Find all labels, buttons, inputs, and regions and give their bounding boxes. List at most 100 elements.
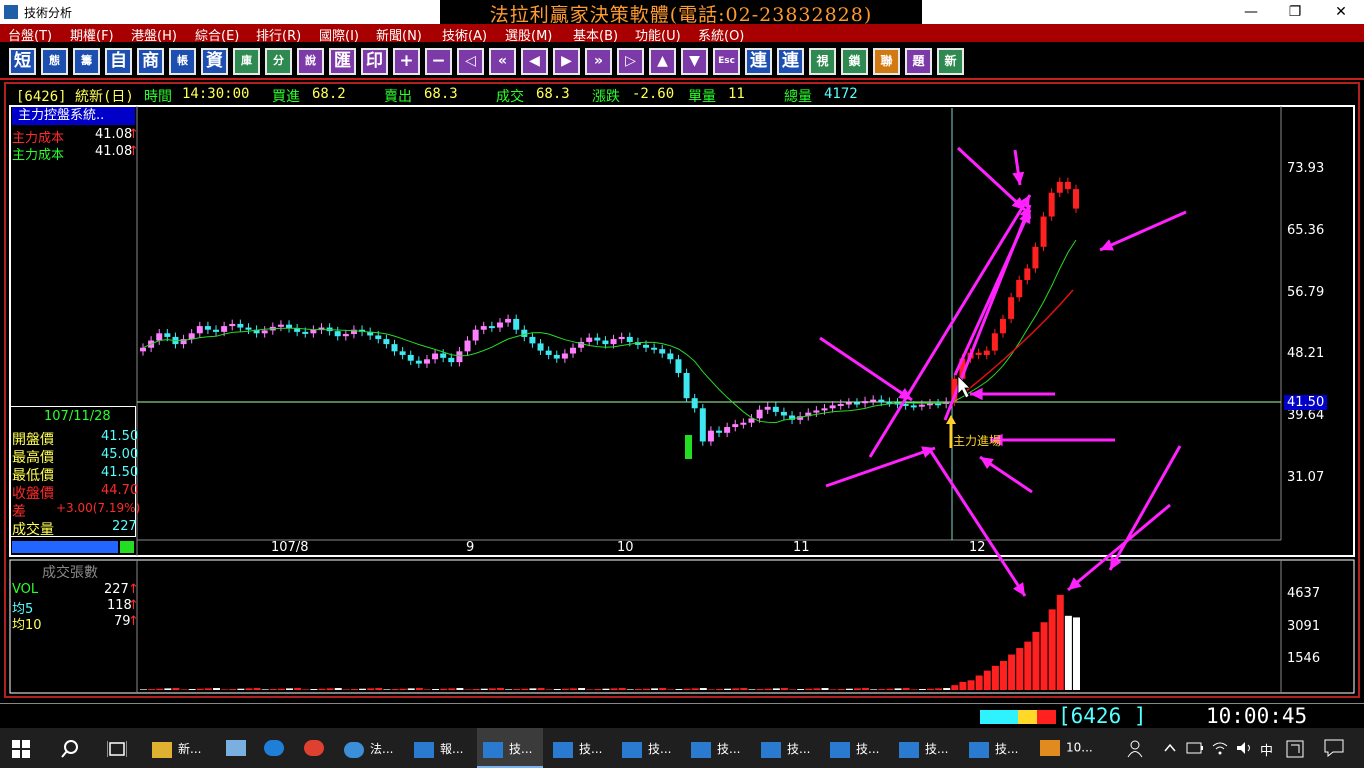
volume-bar — [375, 688, 383, 690]
candle-body — [610, 339, 617, 345]
candle-body — [853, 402, 860, 405]
taskbar-label: 技... — [856, 742, 880, 756]
candle-body — [310, 329, 317, 334]
volume-bar — [878, 689, 886, 690]
taskbar-label: 10... — [1066, 740, 1093, 755]
volume-bar — [529, 688, 537, 690]
candle-body — [569, 347, 576, 354]
chart-app-icon — [899, 741, 919, 758]
taskbar-item-ferrari[interactable]: 法... — [344, 728, 393, 768]
volume-bar — [699, 688, 707, 690]
taskbar-item-tech[interactable]: 技... — [553, 728, 602, 768]
ime-mode-icon[interactable] — [1286, 740, 1304, 758]
battery-icon[interactable] — [1186, 741, 1204, 755]
candle-body — [1048, 192, 1055, 217]
taskbar-item-tech[interactable]: 技... — [691, 728, 740, 768]
task-view-icon[interactable] — [107, 740, 127, 758]
volume-bar — [634, 689, 642, 690]
wifi-icon[interactable] — [1211, 740, 1229, 756]
notification-icon[interactable] — [1324, 739, 1344, 757]
volume-bar — [310, 689, 318, 690]
taskbar-item-office[interactable]: 10... — [1040, 728, 1093, 768]
date-tick: 12 — [969, 540, 986, 555]
date-tick: 9 — [466, 540, 475, 555]
candle-body — [545, 350, 552, 355]
candle-body — [423, 359, 430, 364]
taskbar-item-chrome[interactable] — [304, 728, 330, 768]
candle-body — [756, 409, 763, 419]
volume-bar — [862, 688, 870, 690]
chevron-up-icon[interactable] — [1163, 742, 1177, 754]
volume-bar — [448, 688, 456, 690]
candle-body — [975, 352, 982, 355]
volume-bar — [440, 688, 448, 690]
main-force-entry-label: 主力進場 — [953, 434, 1002, 448]
volume-bar — [172, 688, 180, 690]
taskbar-item-tech[interactable]: 技... — [622, 728, 671, 768]
volume-bar — [302, 689, 310, 690]
volume-icon[interactable] — [1235, 740, 1253, 756]
volume-bar — [780, 688, 788, 690]
candle-body — [261, 330, 268, 334]
volume-bar — [367, 688, 375, 690]
taskbar-item-tech[interactable]: 技... — [969, 728, 1018, 768]
volume-bar — [724, 688, 732, 690]
taskbar-item-tech[interactable]: 技... — [761, 728, 810, 768]
taskbar-item-tech-active[interactable]: 技... — [477, 728, 543, 768]
volume-bar — [253, 688, 261, 690]
candle-body — [286, 324, 293, 329]
volume-tick: 1546 — [1287, 651, 1321, 666]
people-icon[interactable] — [1126, 740, 1144, 758]
taskbar-label: 技... — [787, 742, 811, 756]
search-icon[interactable] — [60, 739, 80, 759]
candle-body — [724, 427, 731, 433]
vol-label: VOL — [12, 582, 39, 597]
candle-body — [513, 318, 520, 330]
volume-bar — [959, 681, 967, 690]
taskbar-item-ie[interactable] — [264, 728, 290, 768]
start-icon[interactable] — [12, 740, 30, 758]
candle-body — [707, 430, 714, 442]
indicator-label-2: 主力成本 — [12, 148, 65, 163]
diff-label: 差 — [12, 504, 26, 520]
price-tick: 48.21 — [1287, 346, 1325, 361]
candle-body — [1032, 246, 1039, 269]
volume-bar — [732, 688, 740, 690]
volume-bar — [837, 689, 845, 690]
annotation-arrow-icon — [928, 449, 1027, 597]
chart-app-icon — [830, 741, 850, 758]
candle-body — [1016, 279, 1023, 298]
volume-bar — [505, 689, 513, 690]
candle-body — [432, 353, 439, 360]
vol-value: 227 — [104, 582, 129, 597]
chart-canvas[interactable] — [0, 0, 1364, 703]
volume-bar — [967, 680, 975, 690]
volume-bar — [821, 688, 829, 690]
chart-app-icon — [414, 741, 434, 758]
volume-bar — [707, 689, 715, 690]
candle-body — [685, 435, 692, 459]
main-cost-line — [964, 289, 1074, 393]
volume-bar — [991, 665, 999, 690]
indicator-panel-title[interactable]: 主力控盤系統.. — [12, 107, 135, 125]
taskbar-item-2[interactable] — [226, 728, 252, 768]
volume-bar — [764, 688, 772, 690]
taskbar-item-explorer[interactable]: 新... — [152, 728, 201, 768]
candle-body — [862, 401, 869, 404]
volume-bar — [586, 689, 594, 690]
candle-body — [156, 333, 163, 341]
taskbar-item-tech[interactable]: 技... — [899, 728, 948, 768]
ime-indicator[interactable]: 中 — [1260, 740, 1273, 759]
taskbar-item-report[interactable]: 報... — [414, 728, 463, 768]
candle-body — [683, 372, 690, 399]
progress-strip — [12, 541, 118, 553]
volume-bar — [716, 689, 724, 690]
candle-body — [221, 326, 228, 332]
volume-bar — [164, 688, 172, 690]
volume-value: 227 — [112, 519, 137, 534]
date-tick: 107/8 — [271, 540, 309, 555]
taskbar-item-tech[interactable]: 技... — [830, 728, 879, 768]
price-tick: 73.93 — [1287, 161, 1325, 176]
taskbar: 新... 法... 報... 技... 技... 技... 技... 技... … — [0, 728, 1364, 768]
candle-body — [983, 350, 990, 355]
